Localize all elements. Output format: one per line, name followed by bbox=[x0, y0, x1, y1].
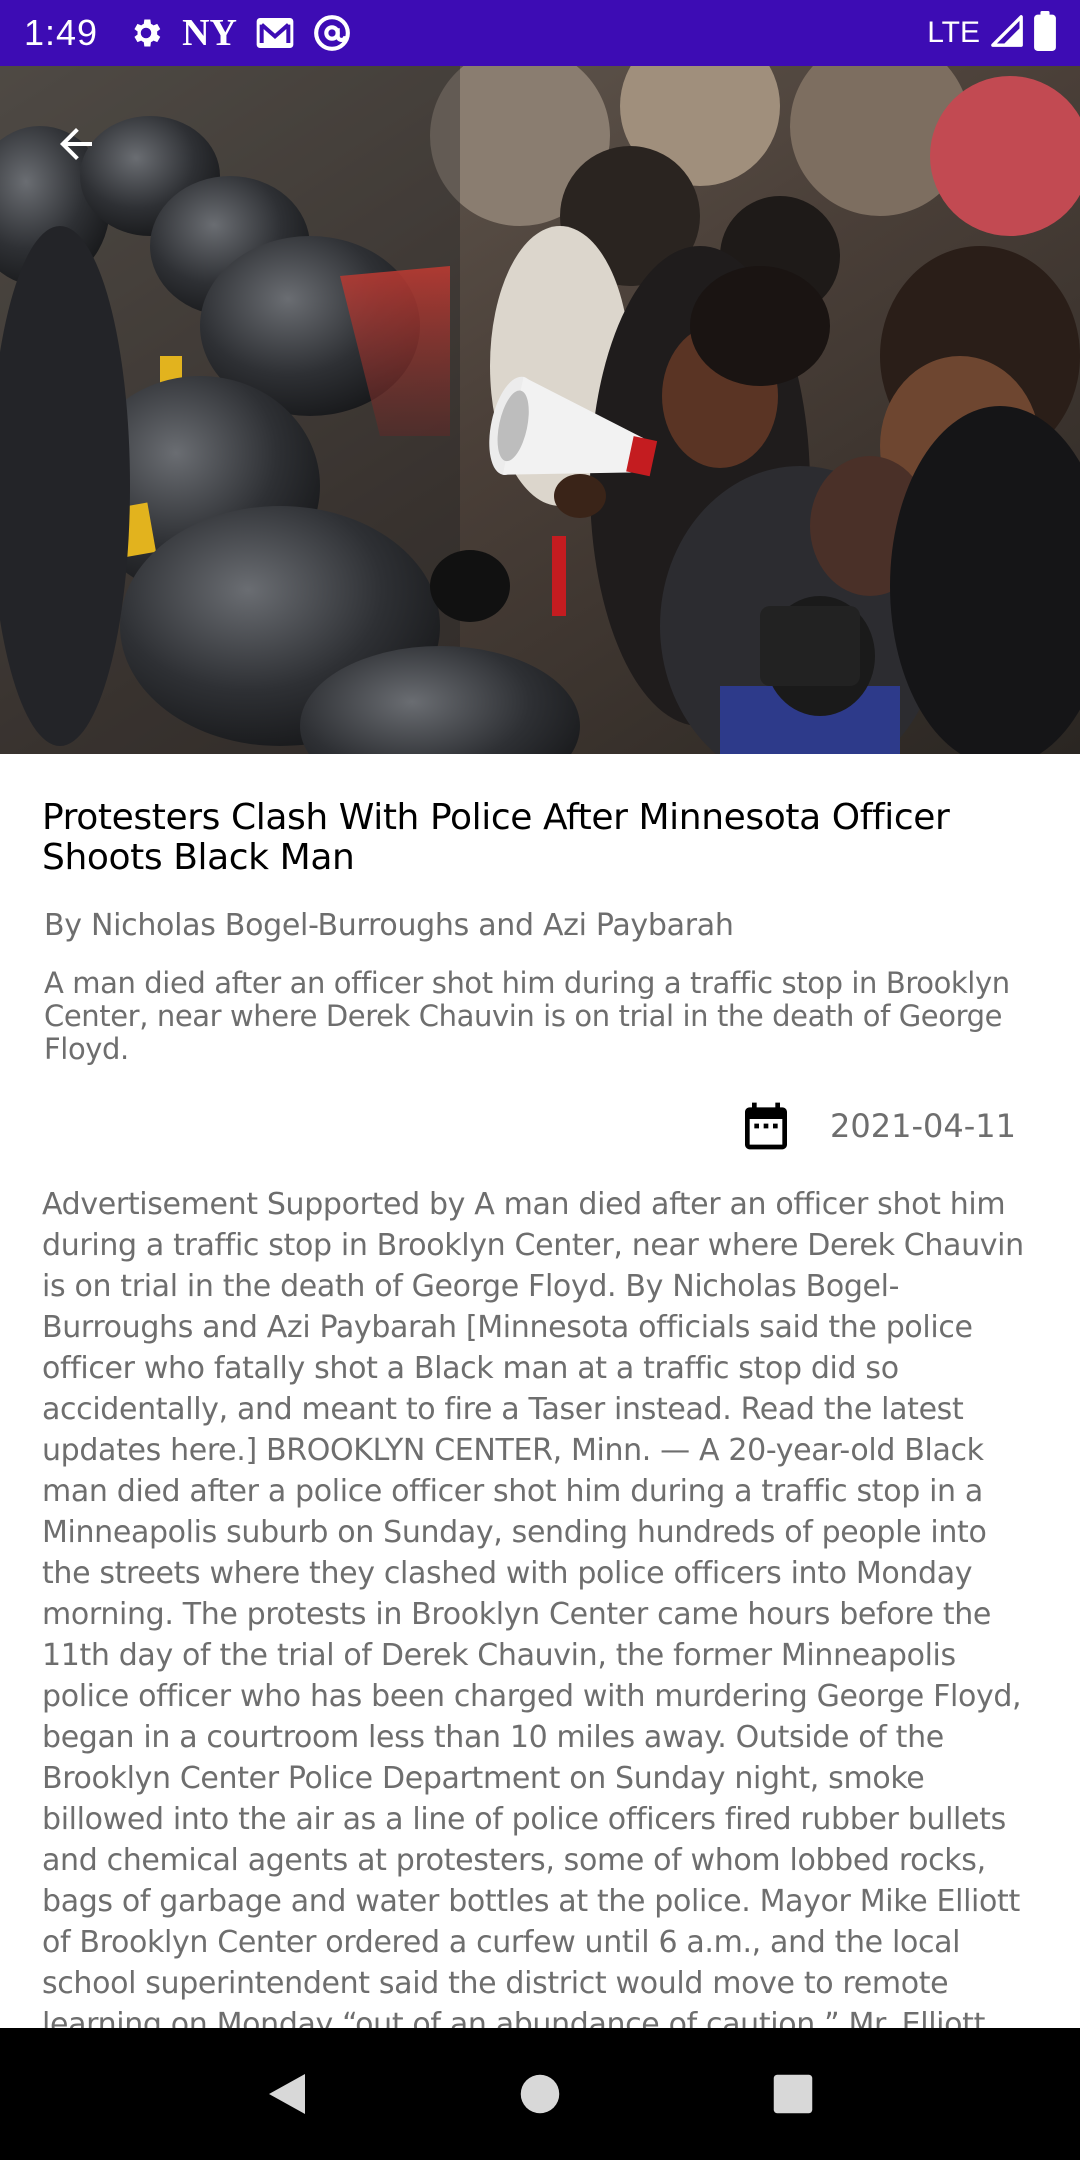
article-byline: By Nicholas Bogel-Burroughs and Azi Payb… bbox=[44, 908, 734, 943]
mail-icon bbox=[255, 16, 295, 50]
calendar-icon bbox=[745, 1102, 788, 1150]
arrow-back-icon bbox=[60, 128, 92, 160]
nav-home-icon bbox=[520, 2074, 560, 2114]
status-time: 1:49 bbox=[24, 12, 99, 53]
hero-photo bbox=[0, 66, 1080, 754]
nav-home-button[interactable] bbox=[500, 2054, 580, 2134]
article-headline: Protesters Clash With Police After Minne… bbox=[42, 797, 950, 878]
network-type: LTE bbox=[927, 16, 980, 49]
system-nav-bar bbox=[0, 2028, 1080, 2160]
back-button[interactable] bbox=[40, 108, 112, 180]
article-summary: A man died after an officer shot him dur… bbox=[44, 966, 1010, 1066]
nav-back-button[interactable] bbox=[247, 2054, 327, 2134]
article-date-row: 2021-04-11 bbox=[42, 1096, 1038, 1156]
nav-recents-icon bbox=[774, 2074, 813, 2114]
ny-icon: NY bbox=[182, 12, 237, 54]
at-sign-icon bbox=[313, 14, 351, 52]
article-content: Protesters Clash With Police After Minne… bbox=[0, 754, 1080, 2029]
article-date: 2021-04-11 bbox=[830, 1107, 1016, 1145]
article-hero-image bbox=[0, 66, 1080, 754]
article-body: Advertisement Supported by A man died af… bbox=[42, 1187, 1024, 2028]
settings-icon bbox=[128, 15, 164, 51]
nav-back-icon bbox=[268, 2074, 305, 2114]
status-notification-icons: NY bbox=[128, 14, 351, 52]
nav-recents-button[interactable] bbox=[753, 2054, 833, 2134]
status-system-icons: LTE bbox=[927, 11, 1056, 55]
status-bar: 1:49 NY LTE bbox=[0, 0, 1080, 66]
battery-icon bbox=[1034, 11, 1056, 55]
signal-icon bbox=[990, 14, 1024, 52]
